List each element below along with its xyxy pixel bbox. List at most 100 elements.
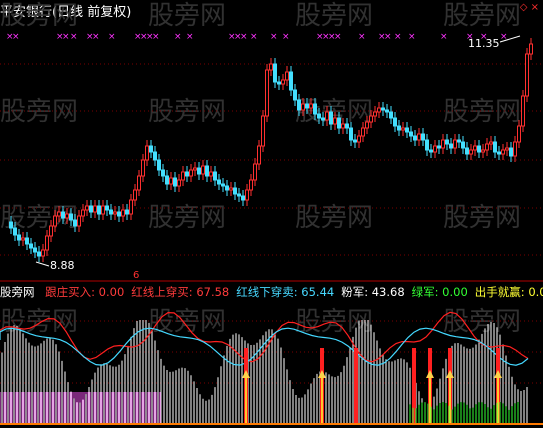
candle-body — [113, 211, 117, 215]
candle-body — [197, 167, 201, 175]
candle-body — [229, 187, 233, 191]
candle-body — [101, 205, 105, 215]
candle-body — [157, 159, 161, 171]
candle-body — [485, 143, 489, 151]
candle-body — [109, 209, 113, 215]
candle-body — [137, 175, 141, 191]
watermark: 股旁网 — [295, 307, 373, 337]
candle-body — [429, 149, 433, 153]
candle-body — [41, 249, 45, 257]
candle-body — [461, 141, 465, 149]
candle-body — [17, 234, 21, 241]
candle-body — [413, 135, 417, 141]
stock-chart[interactable]: 股旁网 股旁网 股旁网 股旁网股旁网 股旁网 股旁网 股旁网股旁网 股旁网 股旁网 股旁网股旁网股… — [0, 0, 543, 428]
price-low-pointer — [35, 261, 50, 267]
candle-body — [369, 115, 373, 123]
price-low-label: 8.88 — [50, 259, 75, 272]
yellow-arrow — [446, 370, 454, 378]
candle-body — [357, 135, 361, 143]
candle-body — [77, 215, 81, 227]
marker: × — [282, 32, 290, 42]
candle-body — [409, 131, 413, 137]
candle-body — [145, 145, 149, 161]
candle-body — [97, 205, 101, 215]
candle-body — [265, 69, 269, 117]
marker: × — [174, 32, 182, 42]
candle-body — [433, 145, 437, 153]
yellow-arrow — [494, 370, 502, 378]
watermark: 股旁网 — [443, 1, 521, 31]
candle-body — [121, 209, 125, 217]
candle-body — [525, 53, 529, 97]
candle-body — [321, 117, 325, 121]
marker: × — [408, 32, 416, 42]
candle-body — [425, 139, 429, 151]
marker: × — [334, 32, 342, 42]
candle-body — [237, 193, 241, 197]
candle-body — [93, 205, 97, 213]
candle-body — [441, 139, 445, 149]
candle-body — [333, 117, 337, 125]
candle-body — [325, 111, 329, 121]
marker: × — [92, 32, 100, 42]
candle-body — [193, 167, 197, 171]
candle-body — [225, 185, 229, 191]
candle-body — [329, 111, 333, 125]
indicator-label-1: 红线上穿买: 67.58 — [131, 285, 230, 299]
candle-body — [241, 195, 245, 201]
indicator-label-4: 绿军: 0.00 — [411, 285, 468, 299]
candle-body — [349, 127, 353, 141]
candle-body — [453, 139, 457, 149]
marker: × — [12, 32, 20, 42]
marker: × — [384, 32, 392, 42]
marker: × — [270, 32, 278, 42]
watermark: 股旁网 — [295, 203, 373, 233]
marker: × — [440, 32, 448, 42]
yellow-arrow — [426, 370, 434, 378]
candle-body — [57, 211, 61, 217]
indicator-name: 股旁网 — [0, 285, 35, 299]
candle-body — [417, 133, 421, 141]
candle-body — [421, 133, 425, 141]
candle-body — [141, 159, 145, 177]
candle-body — [249, 179, 253, 191]
watermark: 股旁网 — [443, 307, 521, 337]
candle-body — [505, 147, 509, 151]
indicator-label-0: 跟庄买入: 0.00 — [45, 285, 125, 299]
marker: × — [250, 32, 258, 42]
candle-body — [397, 125, 401, 131]
candle-body — [129, 199, 133, 215]
candle-body — [37, 251, 41, 257]
candle-body — [89, 205, 93, 213]
yellow-arrow — [318, 370, 326, 378]
candle-body — [501, 149, 505, 155]
candle-body — [313, 103, 317, 115]
candle-body — [473, 145, 477, 151]
candle-body — [29, 243, 33, 249]
candle-body — [33, 247, 37, 253]
candle-body — [169, 177, 173, 185]
watermark: 股旁网 — [148, 307, 226, 337]
candle-body — [469, 149, 473, 155]
candle-body — [173, 177, 177, 187]
candle-body — [477, 145, 481, 153]
marker: × — [62, 32, 70, 42]
candle-body — [153, 151, 157, 161]
candle-body — [165, 175, 169, 185]
candle-body — [285, 71, 289, 81]
marker: × — [186, 32, 194, 42]
candle-body — [125, 209, 129, 215]
candle-body — [309, 103, 313, 109]
candle-body — [245, 189, 249, 201]
candle-body — [497, 151, 501, 155]
candle-body — [45, 235, 49, 251]
price-high-label: 11.35 — [468, 37, 500, 50]
marker: × — [108, 32, 116, 42]
candle-body — [401, 127, 405, 131]
candle-body — [253, 163, 257, 181]
marker: × — [152, 32, 160, 42]
candle-body — [337, 117, 341, 129]
candle-body — [185, 171, 189, 177]
candle-body — [449, 143, 453, 149]
candle-body — [489, 141, 493, 145]
